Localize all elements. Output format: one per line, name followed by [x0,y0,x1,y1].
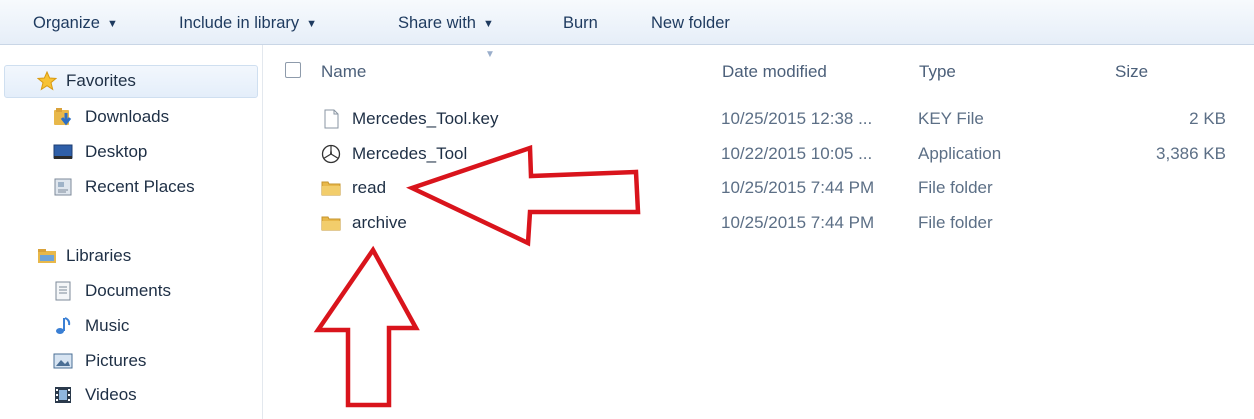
file-row-mercedes-tool-key[interactable]: Mercedes_Tool.key 10/25/2015 12:38 ... K… [263,104,1254,134]
include-in-library-menu[interactable]: Include in library ▼ [179,12,317,34]
chevron-down-icon: ▼ [482,18,494,30]
include-in-library-label: Include in library [179,14,300,32]
navigation-pane: Favorites Downloads Desktop Recent Place… [0,45,263,419]
folder-icon [321,216,341,231]
file-row-archive[interactable]: archive 10/25/2015 7:44 PM File folder [263,208,1254,238]
select-all-checkbox[interactable] [285,62,301,78]
nav-item-label: Recent Places [85,177,195,196]
nav-favorites-label: Favorites [66,71,136,90]
share-with-label: Share with [398,14,476,32]
file-date: 10/22/2015 10:05 ... [721,144,873,163]
file-name: archive [352,213,407,232]
organize-label: Organize [33,14,100,32]
nav-item-label: Downloads [85,107,170,126]
column-header-type[interactable]: Type [919,60,956,84]
column-header-name[interactable]: Name [321,60,366,84]
music-icon [56,317,71,334]
file-type: Application [918,144,1002,163]
file-name: read [352,178,387,197]
file-name: Mercedes_Tool.key [352,109,499,128]
file-size: 2 KB [1189,109,1226,128]
nav-item-label: Music [85,316,130,335]
new-folder-button[interactable]: New folder [651,12,730,34]
chevron-down-icon: ▼ [306,18,318,30]
libraries-icon [38,249,56,263]
nav-libraries-label: Libraries [66,246,132,265]
star-icon [37,71,57,91]
sort-indicator-icon: ▼ [485,49,495,60]
file-type: File folder [918,178,993,197]
recent-places-icon [54,178,72,196]
share-with-menu[interactable]: Share with ▼ [398,12,494,34]
nav-item-label: Pictures [85,351,147,370]
command-bar: Organize ▼ Include in library ▼ Share with… [0,0,1254,45]
file-type: KEY File [918,109,984,128]
pictures-icon [53,353,73,369]
file-size: 3,386 KB [1156,144,1226,163]
nav-item-label: Desktop [85,142,148,161]
chevron-down-icon: ▼ [106,18,118,30]
folder-icon [321,181,341,196]
organize-menu[interactable]: Organize ▼ [33,12,118,34]
document-icon [324,109,339,129]
mercedes-logo-icon [321,144,341,164]
desktop-icon [53,144,73,159]
nav-item-label: Videos [85,385,137,404]
file-list: ▼ Name Date modified Type Size Mercedes_… [263,45,1254,419]
column-header-size[interactable]: Size [1115,60,1148,84]
file-date: 10/25/2015 7:44 PM [721,178,875,197]
file-date: 10/25/2015 12:38 ... [721,109,873,128]
file-type: File folder [918,213,993,232]
file-row-read[interactable]: read 10/25/2015 7:44 PM File folder [263,173,1254,203]
nav-item-label: Documents [85,281,171,300]
documents-icon [55,281,71,301]
file-row-mercedes-tool[interactable]: Mercedes_Tool 10/22/2015 10:05 ... Appli… [263,139,1254,169]
burn-button[interactable]: Burn [563,12,598,34]
file-name: Mercedes_Tool [352,144,468,163]
column-header-date-modified[interactable]: Date modified [722,60,827,84]
file-date: 10/25/2015 7:44 PM [721,213,875,232]
downloads-folder-icon [54,108,72,126]
videos-icon [55,387,71,403]
